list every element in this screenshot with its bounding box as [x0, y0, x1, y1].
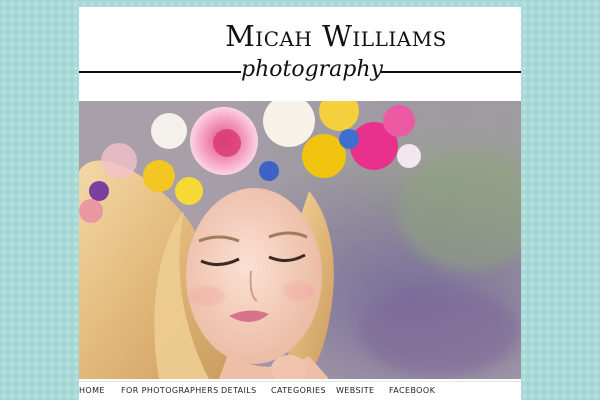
tagline-rule-left — [79, 71, 241, 73]
nav-item-for-photographers[interactable]: FOR PHOTOGRAPHERS — [121, 386, 219, 395]
site-tagline: photography — [241, 57, 383, 82]
tagline-row: photography — [79, 57, 521, 89]
site-title[interactable]: Micah Williams — [79, 19, 521, 53]
hero-photo — [79, 101, 521, 379]
nav-item-facebook[interactable]: FACEBOOK — [389, 386, 435, 395]
site-title-text: Micah Williams — [225, 19, 447, 53]
nav-item-details[interactable]: DETAILS — [221, 386, 257, 395]
tagline-rule-right — [381, 71, 521, 73]
page-container: Micah Williams photography HOME FOR PHOT… — [79, 7, 521, 400]
main-navigation: HOME FOR PHOTOGRAPHERS DETAILS CATEGORIE… — [79, 381, 521, 400]
nav-item-website[interactable]: WEBSITE — [336, 386, 375, 395]
site-header: Micah Williams photography — [79, 7, 521, 101]
nav-item-home[interactable]: HOME — [79, 386, 105, 395]
nav-item-categories[interactable]: CATEGORIES — [271, 386, 326, 395]
hero-image — [79, 101, 521, 379]
